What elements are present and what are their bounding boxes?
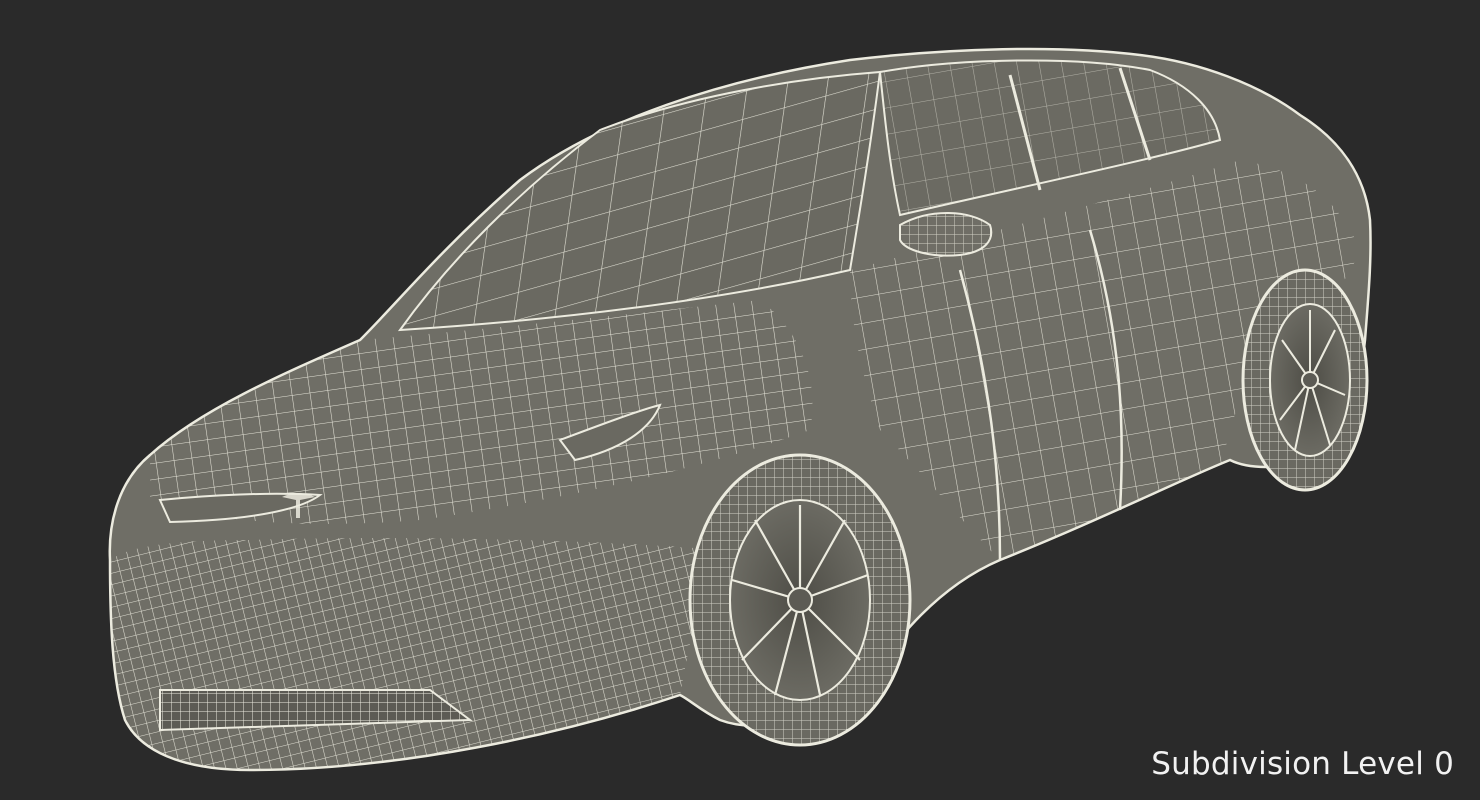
rear-wheel xyxy=(1241,268,1369,492)
front-bumper xyxy=(110,538,720,770)
render-viewport: Subdivision Level 0 xyxy=(0,0,1480,800)
car-wireframe-render xyxy=(108,47,1372,772)
side-mirror xyxy=(899,212,993,257)
subdivision-caption: Subdivision Level 0 xyxy=(1151,746,1454,782)
front-wheel xyxy=(688,453,912,747)
